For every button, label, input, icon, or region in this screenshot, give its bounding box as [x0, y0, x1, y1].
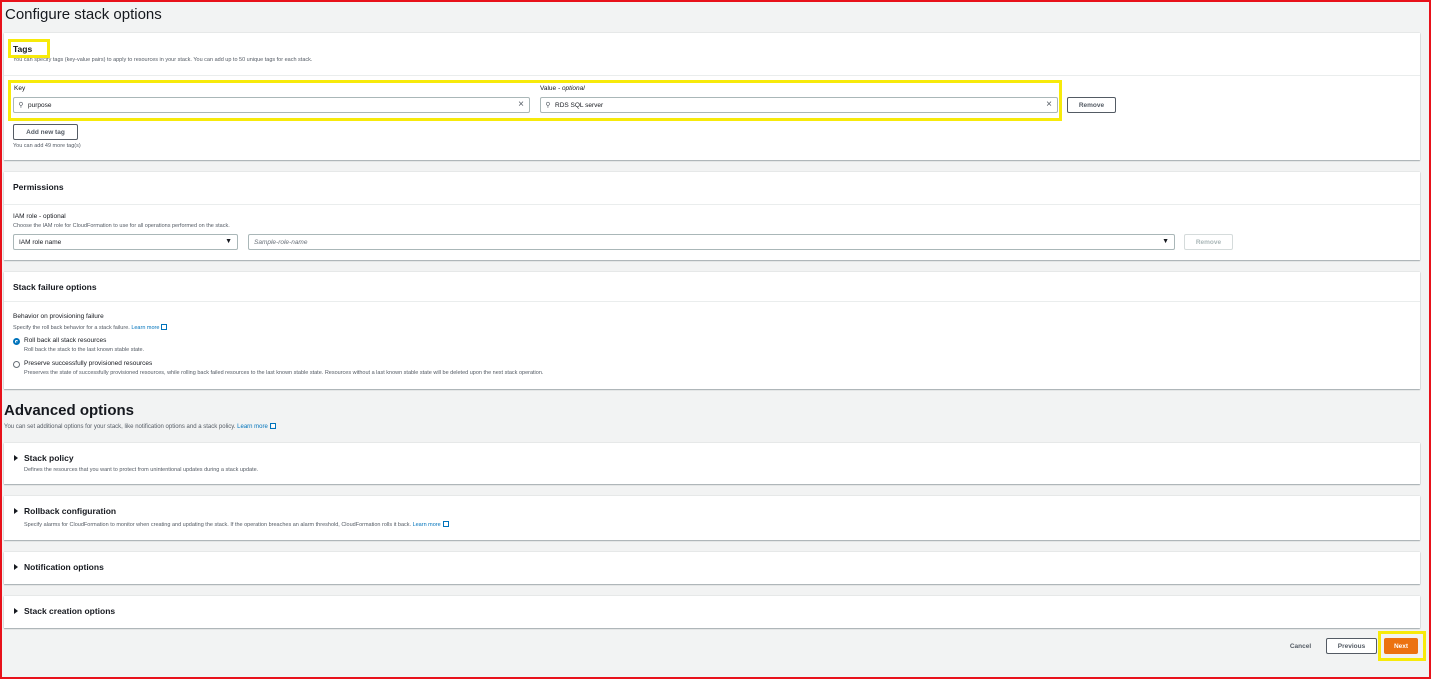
stack-failure-title: Stack failure options — [13, 282, 97, 292]
external-link-icon — [161, 324, 168, 330]
remove-role-button[interactable]: Remove — [1184, 234, 1233, 250]
caret-down-icon: ▼ — [1162, 238, 1169, 245]
tags-remaining: You can add 49 more tag(s) — [13, 143, 81, 149]
iam-role-type-value: IAM role name — [19, 238, 62, 246]
tag-key-value: purpose — [28, 101, 52, 109]
tags-panel: Tags You can specify tags (key-value pai… — [4, 33, 1420, 160]
stack-policy-title: Stack policy — [24, 453, 74, 463]
stack-policy-toggle[interactable]: Stack policy — [14, 453, 74, 463]
behavior-label: Behavior on provisioning failure — [13, 313, 104, 320]
advanced-options-title: Advanced options — [4, 402, 135, 419]
tag-value-value: RDS SQL server — [555, 101, 604, 109]
rollback-config-desc: Specify alarms for CloudFormation to mon… — [24, 521, 449, 528]
rollback-config-toggle[interactable]: Rollback configuration — [14, 506, 116, 516]
rollback-all-desc: Roll back the stack to the last known st… — [24, 347, 145, 353]
search-icon: ⚲ — [18, 102, 24, 109]
advanced-options-desc-text: You can set additional options for your … — [4, 424, 236, 430]
iam-role-description: Choose the IAM role for CloudFormation t… — [13, 223, 230, 229]
tag-value-label-text: Value — [540, 85, 557, 92]
iam-role-name-select[interactable]: Sample-role-name ▼ — [248, 234, 1175, 250]
page-title: Configure stack options — [5, 6, 162, 23]
stack-policy-desc: Defines the resources that you want to p… — [24, 467, 259, 473]
close-icon[interactable]: × — [518, 99, 524, 110]
advanced-options-desc: You can set additional options for your … — [4, 423, 276, 430]
iam-role-label: IAM role - optional — [13, 213, 66, 220]
stack-creation-options-panel[interactable]: Stack creation options — [4, 596, 1420, 628]
stack-creation-options-toggle[interactable]: Stack creation options — [14, 606, 115, 616]
rollback-config-panel[interactable]: Rollback configuration Specify alarms fo… — [4, 496, 1420, 540]
stack-policy-panel[interactable]: Stack policy Defines the resources that … — [4, 443, 1420, 484]
caret-down-icon: ▼ — [225, 238, 232, 245]
permissions-title: Permissions — [13, 182, 64, 192]
permissions-panel: Permissions IAM role - optional Choose t… — [4, 172, 1420, 260]
caret-right-icon — [14, 564, 18, 570]
iam-role-type-select[interactable]: IAM role name ▼ — [13, 234, 238, 250]
remove-tag-button[interactable]: Remove — [1067, 97, 1116, 113]
add-new-tag-button[interactable]: Add new tag — [13, 124, 78, 140]
iam-role-label-text: IAM role — [13, 213, 38, 220]
behavior-description: Specify the roll back behavior for a sta… — [13, 324, 168, 331]
tag-key-label: Key — [14, 85, 26, 92]
caret-right-icon — [14, 508, 18, 514]
permissions-header: Permissions — [4, 172, 1420, 205]
tags-title: Tags — [13, 44, 33, 54]
notification-options-toggle[interactable]: Notification options — [14, 562, 104, 572]
stack-creation-options-title: Stack creation options — [24, 606, 116, 616]
tag-value-label: Value - optional — [540, 85, 585, 92]
rollback-all-label[interactable]: Roll back all stack resources — [24, 337, 106, 344]
external-link-icon — [442, 521, 449, 527]
iam-role-name-placeholder: Sample-role-name — [254, 238, 308, 246]
tags-header: Tags You can specify tags (key-value pai… — [4, 33, 1420, 76]
notification-options-title: Notification options — [24, 562, 104, 572]
learn-more-link[interactable]: Learn more — [131, 325, 159, 331]
caret-right-icon — [14, 455, 18, 461]
tag-value-input[interactable]: ⚲ RDS SQL server × — [540, 97, 1058, 113]
rollback-config-title: Rollback configuration — [24, 506, 117, 516]
previous-button[interactable]: Previous — [1326, 638, 1377, 654]
tag-key-input[interactable]: ⚲ purpose × — [13, 97, 530, 113]
preserve-resources-label[interactable]: Preserve successfully provisioned resour… — [24, 360, 152, 367]
tag-value-optional: - optional — [557, 85, 585, 92]
tags-description: You can specify tags (key-value pairs) t… — [13, 57, 313, 63]
cancel-button[interactable]: Cancel — [1284, 638, 1317, 654]
rollback-config-desc-text: Specify alarms for CloudFormation to mon… — [24, 522, 412, 528]
behavior-description-text: Specify the roll back behavior for a sta… — [13, 325, 130, 331]
next-button[interactable]: Next — [1384, 638, 1418, 654]
external-link-icon — [269, 423, 276, 429]
notification-options-panel[interactable]: Notification options — [4, 552, 1420, 584]
stack-failure-panel: Stack failure options Behavior on provis… — [4, 272, 1420, 389]
close-icon[interactable]: × — [1046, 99, 1052, 110]
preserve-resources-desc: Preserves the state of successfully prov… — [24, 370, 544, 376]
rollback-learn-more-link[interactable]: Learn more — [413, 522, 441, 528]
stack-failure-header: Stack failure options — [4, 272, 1420, 302]
search-icon: ⚲ — [545, 102, 551, 109]
caret-right-icon — [14, 608, 18, 614]
advanced-learn-more-link[interactable]: Learn more — [237, 424, 268, 430]
iam-role-optional: - optional — [39, 213, 66, 220]
rollback-all-radio[interactable] — [13, 338, 20, 345]
preserve-resources-radio[interactable] — [13, 361, 20, 368]
